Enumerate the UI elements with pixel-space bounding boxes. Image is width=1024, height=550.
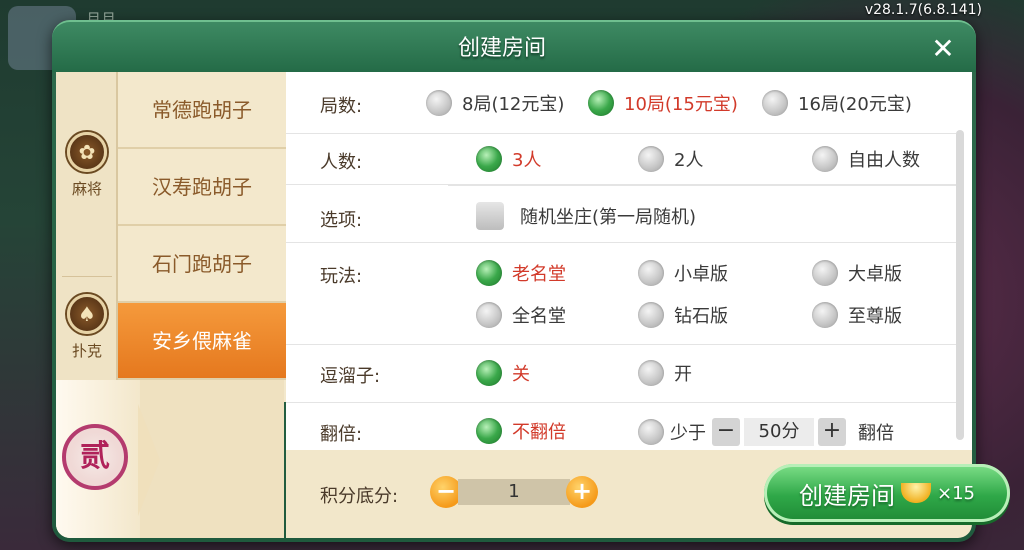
- footer-bar: 积分底分: − 1 + 创建房间 ×15: [286, 450, 1010, 538]
- options-label: 选项:: [320, 210, 363, 231]
- play-label: 玩法:: [320, 266, 363, 287]
- douliuzi-label: 逗溜子:: [320, 366, 381, 387]
- radio-button: [638, 146, 664, 172]
- players-option-2[interactable]: 2人: [638, 146, 703, 172]
- game-item[interactable]: 汉寿跑胡子: [118, 149, 286, 226]
- category-label: 麻将: [71, 180, 102, 198]
- rounds-row: 局数: 8局(12元宝) 10局(15元宝) 16局(20元宝): [286, 72, 956, 134]
- scrollbar[interactable]: [956, 130, 964, 440]
- score-stepper: − 1 +: [430, 476, 598, 508]
- radio-button: [638, 419, 664, 445]
- close-button[interactable]: ✕: [928, 34, 958, 64]
- category-mahjong[interactable]: ✿ 麻将: [56, 132, 118, 282]
- radio-button-selected: [476, 260, 502, 286]
- douliuzi-option-off[interactable]: 关: [476, 360, 530, 386]
- rounds-option-8[interactable]: 8局(12元宝): [426, 90, 564, 116]
- radio-button: [812, 302, 838, 328]
- radio-button-selected: [588, 90, 614, 116]
- divider: [286, 344, 956, 345]
- checkbox: [476, 202, 504, 230]
- divider: [286, 402, 956, 403]
- double-option-none[interactable]: 不翻倍: [476, 418, 566, 444]
- game-item-selected[interactable]: 安乡偎麻雀: [118, 303, 286, 380]
- score-increment-button[interactable]: +: [566, 476, 598, 508]
- players-option-free[interactable]: 自由人数: [812, 146, 920, 172]
- players-option-3[interactable]: 3人: [476, 146, 541, 172]
- score-value: 1: [458, 479, 570, 505]
- divider: [286, 184, 956, 185]
- play-option-quanmingtang[interactable]: 全名堂: [476, 302, 566, 328]
- threshold-stepper: − 50分 +: [712, 418, 846, 446]
- settings-panel: 局数: 8局(12元宝) 10局(15元宝) 16局(20元宝) 人数: 3人 …: [286, 72, 972, 450]
- category-label: 扑克: [71, 342, 102, 360]
- level-badge[interactable]: 贰: [62, 424, 128, 490]
- score-label: 积分底分:: [320, 486, 399, 507]
- radio-button: [812, 146, 838, 172]
- play-option-zuanshi[interactable]: 钻石版: [638, 302, 728, 328]
- play-option-zhizun[interactable]: 至尊版: [812, 302, 902, 328]
- radio-button-selected: [476, 418, 502, 444]
- version-label: v28.1.7(6.8.141): [864, 2, 982, 18]
- radio-button: [638, 360, 664, 386]
- mahjong-icon: ✿: [67, 132, 107, 172]
- double-label: 翻倍:: [320, 424, 363, 445]
- radio-button: [812, 260, 838, 286]
- create-room-cost: ×15: [937, 482, 975, 504]
- play-option-xiaozhuo[interactable]: 小卓版: [638, 260, 728, 286]
- close-icon: ✕: [931, 32, 955, 65]
- rounds-label: 局数:: [320, 96, 363, 117]
- create-room-dialog: 创建房间 ✕ ✿ 麻将 ♠ 扑克 常德跑胡子 汉寿跑胡子 石门跑胡子 安乡偎麻雀…: [52, 20, 1010, 542]
- douliuzi-option-on[interactable]: 开: [638, 360, 692, 386]
- radio-button: [476, 302, 502, 328]
- create-room-button[interactable]: 创建房间 ×15: [764, 464, 1010, 522]
- radio-button-selected: [476, 360, 502, 386]
- threshold-value: 50分: [744, 418, 814, 446]
- gold-ingot-icon: [901, 483, 931, 503]
- radio-button: [638, 302, 664, 328]
- divider: [286, 242, 956, 243]
- create-room-label: 创建房间: [799, 481, 895, 510]
- dialog-title: 创建房间: [457, 36, 546, 61]
- double-option-less-than[interactable]: 少于 − 50分 + 翻倍: [638, 418, 894, 446]
- increment-button[interactable]: +: [818, 418, 846, 446]
- rounds-option-10[interactable]: 10局(15元宝): [588, 90, 738, 116]
- radio-button-selected: [476, 146, 502, 172]
- play-option-dazhuo[interactable]: 大卓版: [812, 260, 902, 286]
- divider: [62, 276, 112, 277]
- players-label: 人数:: [320, 152, 363, 173]
- radio-button: [638, 260, 664, 286]
- game-list: 常德跑胡子 汉寿跑胡子 石门跑胡子 安乡偎麻雀: [118, 72, 286, 402]
- rounds-option-16[interactable]: 16局(20元宝): [762, 90, 912, 116]
- badge-arrow: [138, 404, 160, 516]
- radio-button: [762, 90, 788, 116]
- spade-icon: ♠: [67, 294, 107, 334]
- random-dealer-checkbox[interactable]: 随机坐庄(第一局随机): [476, 202, 696, 230]
- play-option-laomingtang[interactable]: 老名堂: [476, 260, 566, 286]
- game-item[interactable]: 石门跑胡子: [118, 226, 286, 303]
- decrement-button[interactable]: −: [712, 418, 740, 446]
- game-item[interactable]: 常德跑胡子: [118, 72, 286, 149]
- dialog-title-bar: 创建房间 ✕: [52, 20, 976, 72]
- radio-button: [426, 90, 452, 116]
